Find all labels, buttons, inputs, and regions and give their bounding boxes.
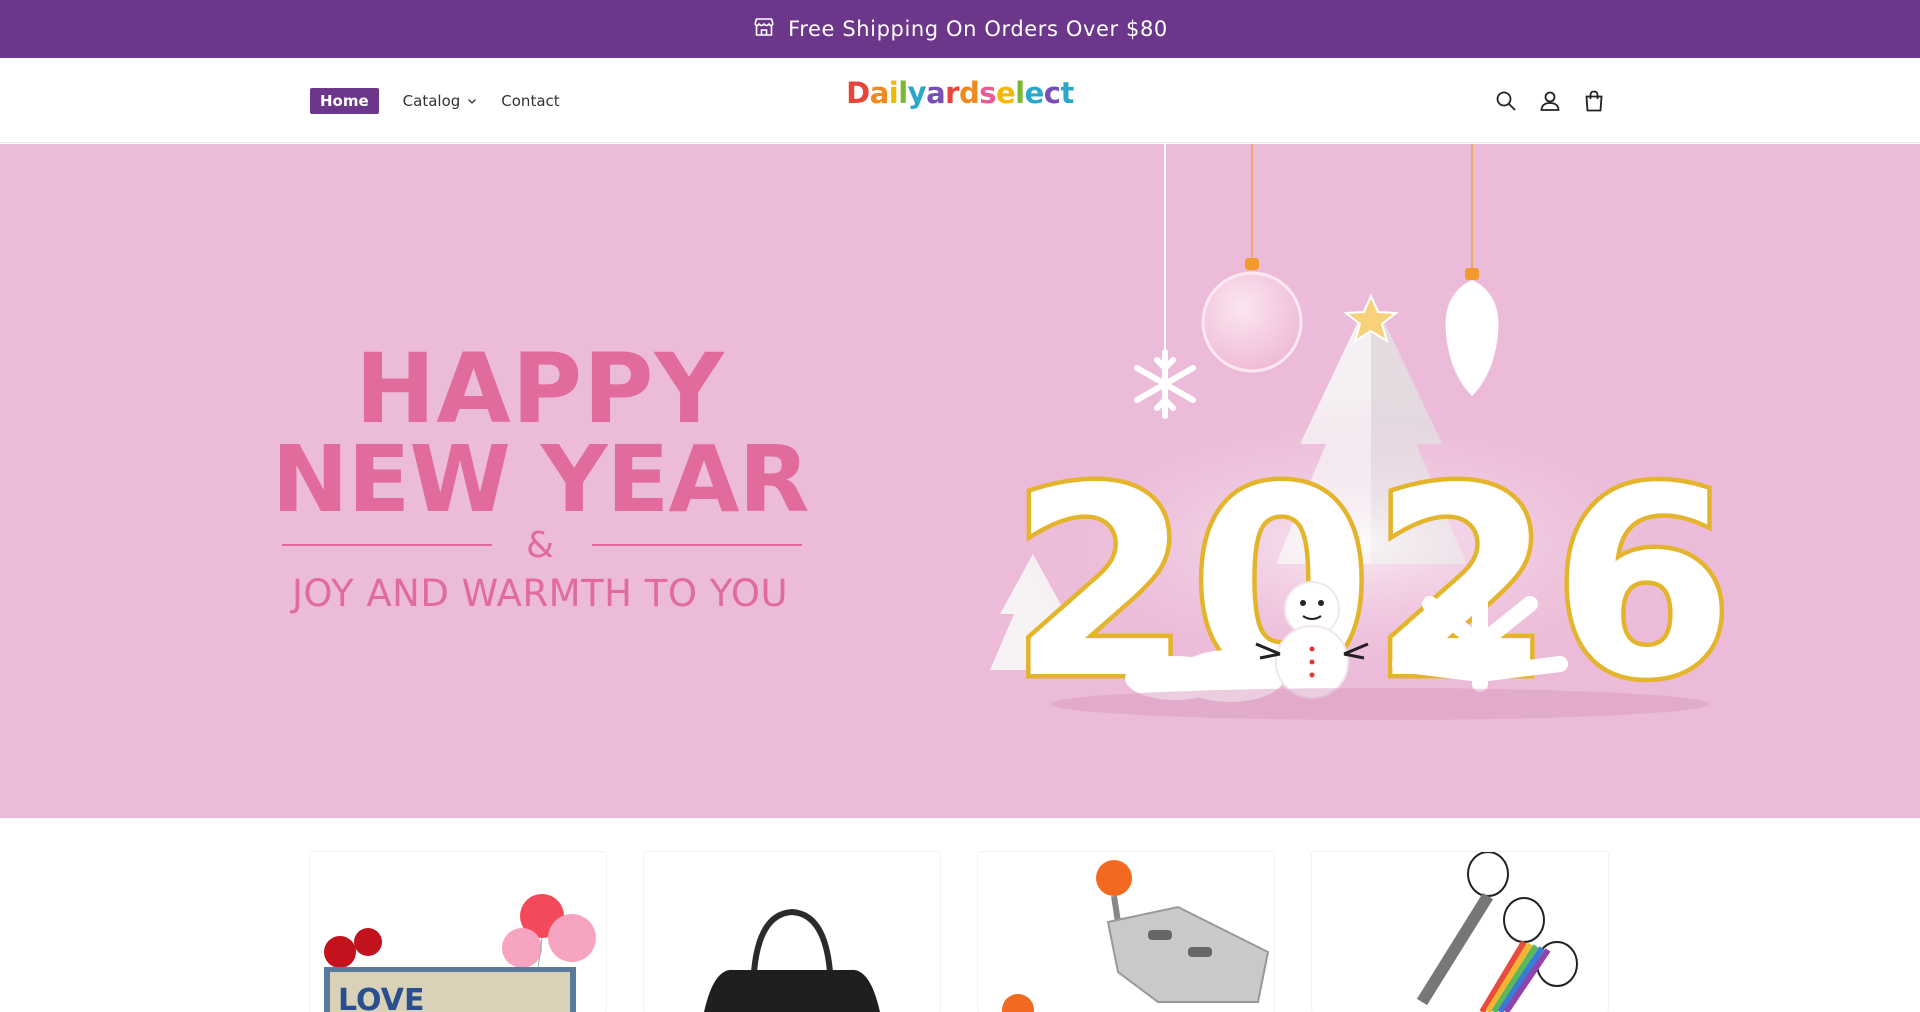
product-card[interactable] (978, 852, 1274, 1012)
main-nav: Home Catalog Contact (310, 58, 560, 143)
logo-letter: y (907, 76, 927, 110)
store-icon (752, 15, 776, 43)
divider-line-left (282, 544, 492, 546)
nav-home[interactable]: Home (310, 87, 379, 114)
nav-catalog-label: Catalog (402, 91, 461, 110)
divider-line-right (592, 544, 802, 546)
logo-letter: r (945, 76, 959, 110)
hero-divider: & (270, 524, 810, 568)
product-card[interactable] (644, 852, 940, 1012)
site-logo[interactable]: Dailyardselect (846, 76, 1074, 110)
hero-ampersand: & (525, 525, 555, 566)
logo-letter: d (958, 76, 980, 110)
logo-letter: l (898, 76, 908, 110)
corner-clamp-image (978, 852, 1274, 1012)
nav-catalog[interactable]: Catalog (403, 92, 478, 110)
hero-line-new-year: NEW YEAR (271, 426, 810, 533)
logo-letter: l (1015, 76, 1025, 110)
hero-headline: HAPPY NEW YEAR & JOY AND WARMTH TO YOU (270, 333, 810, 615)
logo-letter: e (1024, 76, 1045, 110)
site-header: Home Catalog Contact Dailyardselect (0, 58, 1920, 143)
logo-letter: i (888, 76, 899, 110)
hanging-strap-image (1312, 852, 1608, 1012)
product-card[interactable] (1312, 852, 1608, 1012)
logo-letter: a (869, 76, 890, 110)
header-icons (1494, 58, 1606, 143)
announcement-text: Free Shipping On Orders Over $80 (788, 17, 1168, 41)
hero-line-happy: HAPPY (355, 333, 725, 445)
hero-2026-illustration: 2026 (990, 144, 1738, 741)
nav-contact[interactable]: Contact (501, 92, 559, 110)
announcement-bar: Free Shipping On Orders Over $80 (0, 0, 1920, 58)
svg-text:LOVE: LOVE (338, 983, 424, 1012)
logo-letter: t (1060, 76, 1075, 110)
product-grid: LOVE (310, 852, 1608, 1012)
snowflake-ornament (1134, 349, 1196, 419)
hero-banner[interactable]: HAPPY NEW YEAR & JOY AND WARMTH TO YOU 2… (0, 144, 1920, 818)
logo-letter: s (979, 76, 997, 110)
product-card[interactable]: LOVE (310, 852, 606, 1012)
hero-tagline: JOY AND WARMTH TO YOU (291, 572, 789, 615)
logo-letter: c (1043, 76, 1061, 110)
logo-letter: D (846, 76, 870, 110)
cart-icon[interactable] (1582, 89, 1606, 113)
license-plate-sign-image: LOVE (310, 852, 606, 1012)
logo-letter: e (996, 76, 1016, 110)
search-icon[interactable] (1494, 89, 1518, 113)
black-handbag-image (644, 852, 940, 1012)
chevron-down-icon (467, 92, 477, 110)
logo-letter: a (926, 76, 946, 110)
account-icon[interactable] (1538, 89, 1562, 113)
